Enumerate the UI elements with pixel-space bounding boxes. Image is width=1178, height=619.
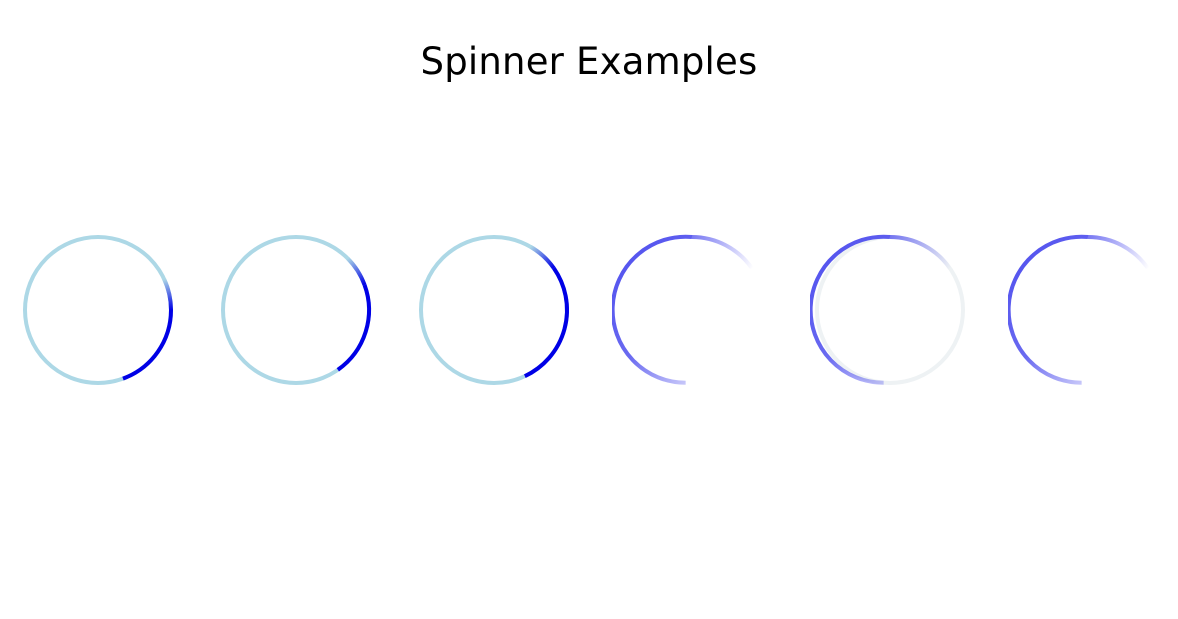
spinner-3	[414, 230, 574, 390]
spinner-5-graphic	[810, 234, 965, 385]
spinner-6-arc	[1008, 234, 1089, 385]
spinner-5-arc	[810, 234, 891, 385]
spinner-2-graphic	[221, 235, 371, 385]
spinner-4	[612, 230, 772, 390]
page-title: Spinner Examples	[420, 40, 758, 83]
spinner-3-arc-fade	[529, 245, 556, 270]
spinner-1-arc-fade	[162, 278, 173, 311]
spinner-1-graphic	[23, 235, 173, 385]
spinner-4-arc	[612, 234, 693, 385]
spinner-4-arc-tail	[691, 235, 754, 270]
spinner-2-arc	[336, 284, 371, 372]
spinner-5-arc-tail	[889, 235, 952, 270]
spinner-4-graphic	[612, 234, 754, 385]
spinner-2	[216, 230, 376, 390]
spinner-6-graphic	[1008, 234, 1150, 385]
spinner-3-arc	[524, 266, 569, 378]
spinner-5	[810, 230, 970, 390]
spinner-1	[18, 230, 178, 390]
spinner-6	[1008, 230, 1168, 390]
spinner-3-graphic	[419, 235, 569, 385]
spinner-1-arc	[122, 309, 173, 381]
spinner-6-arc-tail	[1087, 235, 1150, 270]
spinner-row	[0, 230, 1178, 390]
spinner-2-arc-fade	[346, 256, 367, 286]
